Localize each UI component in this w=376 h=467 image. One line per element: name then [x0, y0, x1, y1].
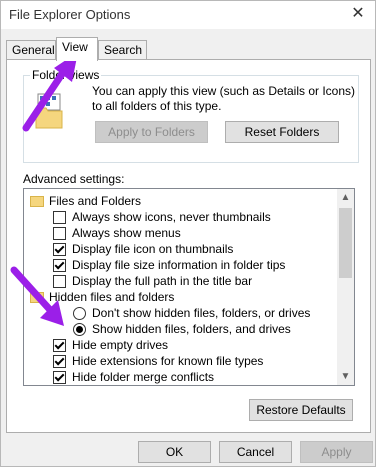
window-title: File Explorer Options: [9, 7, 131, 22]
folder-views-group: Folder views You can apply this view (su…: [23, 68, 359, 163]
apply-to-folders-button[interactable]: Apply to Folders: [95, 121, 208, 143]
dialog-footer: OK Cancel Apply: [1, 433, 375, 466]
radio-button[interactable]: [73, 323, 86, 336]
tree-item-label: Files and Folders: [49, 194, 142, 208]
checkbox[interactable]: [53, 275, 66, 288]
tree-item-label: Hide empty drives: [72, 338, 169, 352]
apply-button[interactable]: Apply: [300, 441, 373, 463]
tree-item-label: Display the full path in the title bar: [72, 274, 253, 288]
tab-view[interactable]: View: [56, 37, 98, 61]
tree-item-label: Display file size information in folder …: [72, 258, 286, 272]
checkbox[interactable]: [53, 227, 66, 240]
folder-views-description: You can apply this view (such as Details…: [92, 84, 356, 113]
checkbox[interactable]: [53, 243, 66, 256]
scroll-thumb[interactable]: [339, 208, 352, 278]
tree-item-label: Hide folder merge conflicts: [72, 370, 215, 384]
tree-item-label: Hide extensions for known file types: [72, 354, 264, 368]
tree-scrollbar[interactable]: ▲ ▼: [337, 189, 354, 385]
tree-item-label: Always show icons, never thumbnails: [72, 210, 271, 224]
folder-icon: [30, 292, 44, 303]
title-bar: File Explorer Options ✕: [1, 1, 375, 29]
ok-button[interactable]: OK: [138, 441, 211, 463]
view-panel: Folder views You can apply this view (su…: [6, 59, 371, 433]
scroll-up-icon[interactable]: ▲: [337, 189, 354, 206]
cancel-button[interactable]: Cancel: [219, 441, 292, 463]
checkbox[interactable]: [53, 211, 66, 224]
scroll-down-icon[interactable]: ▼: [337, 368, 354, 385]
tab-general[interactable]: General: [6, 40, 56, 60]
tree-item-label: Display file icon on thumbnails: [72, 242, 234, 256]
checkbox[interactable]: [53, 259, 66, 272]
tab-search[interactable]: Search: [98, 40, 147, 60]
tree-item-label: Hidden files and folders: [49, 290, 175, 304]
options-dialog: File Explorer Options ✕ General View Sea…: [0, 0, 376, 467]
folder-views-legend: Folder views: [30, 68, 102, 82]
advanced-settings-label: Advanced settings:: [23, 172, 125, 186]
reset-folders-button[interactable]: Reset Folders: [225, 121, 339, 143]
checkbox[interactable]: [53, 339, 66, 352]
tree-item-label: Show hidden files, folders, and drives: [92, 322, 291, 336]
restore-defaults-button[interactable]: Restore Defaults: [249, 399, 353, 421]
close-icon[interactable]: ✕: [341, 1, 375, 29]
folder-icon: [30, 196, 44, 207]
radio-button[interactable]: [73, 307, 86, 320]
checkbox[interactable]: [53, 355, 66, 368]
tree-item-label: Don't show hidden files, folders, or dri…: [92, 306, 311, 320]
checkbox[interactable]: [53, 371, 66, 384]
advanced-settings-tree[interactable]: Files and Folders Always show icons, neve…: [23, 188, 355, 386]
tree-item-label: Always show menus: [72, 226, 181, 240]
folder-views-icon: [35, 93, 63, 129]
